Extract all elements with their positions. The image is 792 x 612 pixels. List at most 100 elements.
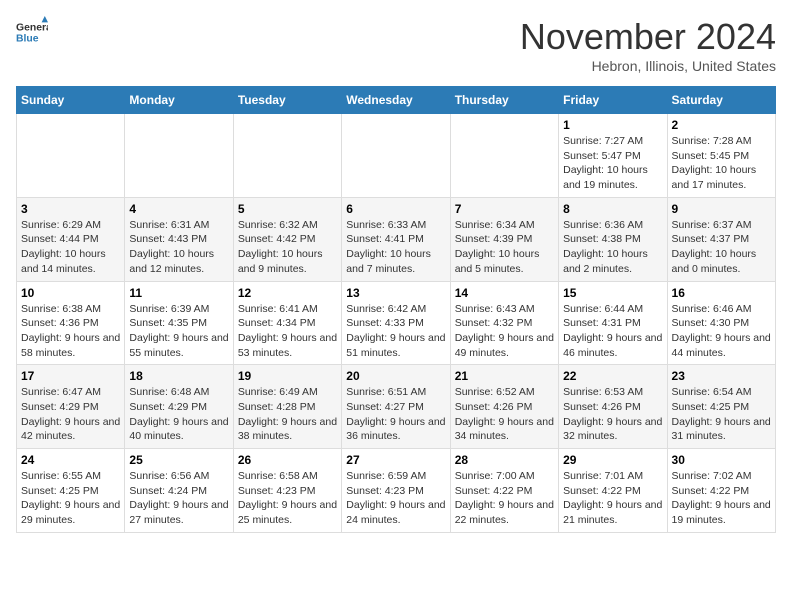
day-info: Sunrise: 6:38 AMSunset: 4:36 PMDaylight:… [21,302,120,361]
week-row-4: 17 Sunrise: 6:47 AMSunset: 4:29 PMDayligh… [17,365,776,449]
calendar-cell: 16 Sunrise: 6:46 AMSunset: 4:30 PMDayligh… [667,281,775,365]
day-number: 28 [455,453,554,467]
calendar-cell: 11Sunrise: 6:39 AMSunset: 4:35 PMDayligh… [125,281,233,365]
calendar-cell: 24 Sunrise: 6:55 AMSunset: 4:25 PMDayligh… [17,449,125,533]
day-info: Sunrise: 6:37 AMSunset: 4:37 PMDaylight:… [672,218,771,277]
day-info: Sunrise: 6:29 AMSunset: 4:44 PMDaylight:… [21,218,120,277]
day-info: Sunrise: 6:31 AMSunset: 4:43 PMDaylight:… [129,218,228,277]
calendar-cell: 4 Sunrise: 6:31 AMSunset: 4:43 PMDaylight… [125,197,233,281]
svg-text:Blue: Blue [16,34,39,45]
calendar-cell: 25 Sunrise: 6:56 AMSunset: 4:24 PMDayligh… [125,449,233,533]
day-number: 9 [672,202,771,216]
calendar-cell: 27 Sunrise: 6:59 AMSunset: 4:23 PMDayligh… [342,449,450,533]
calendar-cell: 26 Sunrise: 6:58 AMSunset: 4:23 PMDayligh… [233,449,341,533]
day-number: 16 [672,286,771,300]
day-number: 3 [21,202,120,216]
logo-icon: General Blue [16,16,48,48]
month-title: November 2024 [520,16,776,58]
calendar-cell: 23Sunrise: 6:54 AMSunset: 4:25 PMDayligh… [667,365,775,449]
col-header-sunday: Sunday [17,87,125,114]
day-info: Sunrise: 6:55 AMSunset: 4:25 PMDaylight:… [21,469,120,528]
calendar-cell: 19 Sunrise: 6:49 AMSunset: 4:28 PMDayligh… [233,365,341,449]
col-header-wednesday: Wednesday [342,87,450,114]
day-info: Sunrise: 6:32 AMSunset: 4:42 PMDaylight:… [238,218,337,277]
day-info: Sunrise: 6:58 AMSunset: 4:23 PMDaylight:… [238,469,337,528]
day-info: Sunrise: 6:42 AMSunset: 4:33 PMDaylight:… [346,302,445,361]
day-info: Sunrise: 6:53 AMSunset: 4:26 PMDaylight:… [563,385,662,444]
calendar-cell: 10Sunrise: 6:38 AMSunset: 4:36 PMDayligh… [17,281,125,365]
day-info: Sunrise: 6:43 AMSunset: 4:32 PMDaylight:… [455,302,554,361]
day-info: Sunrise: 7:27 AMSunset: 5:47 PMDaylight:… [563,134,662,193]
calendar-cell: 21 Sunrise: 6:52 AMSunset: 4:26 PMDayligh… [450,365,558,449]
day-info: Sunrise: 6:49 AMSunset: 4:28 PMDaylight:… [238,385,337,444]
calendar-cell: 15Sunrise: 6:44 AMSunset: 4:31 PMDayligh… [559,281,667,365]
calendar-cell: 30 Sunrise: 7:02 AMSunset: 4:22 PMDayligh… [667,449,775,533]
day-info: Sunrise: 7:00 AMSunset: 4:22 PMDaylight:… [455,469,554,528]
day-number: 1 [563,118,662,132]
calendar-cell [17,114,125,198]
calendar-header-row: SundayMondayTuesdayWednesdayThursdayFrid… [17,87,776,114]
day-info: Sunrise: 6:52 AMSunset: 4:26 PMDaylight:… [455,385,554,444]
day-number: 14 [455,286,554,300]
calendar-cell: 5 Sunrise: 6:32 AMSunset: 4:42 PMDaylight… [233,197,341,281]
week-row-1: 1 Sunrise: 7:27 AMSunset: 5:47 PMDaylight… [17,114,776,198]
day-number: 27 [346,453,445,467]
day-number: 8 [563,202,662,216]
day-number: 24 [21,453,120,467]
day-info: Sunrise: 6:39 AMSunset: 4:35 PMDaylight:… [129,302,228,361]
week-row-2: 3 Sunrise: 6:29 AMSunset: 4:44 PMDaylight… [17,197,776,281]
calendar-cell: 8 Sunrise: 6:36 AMSunset: 4:38 PMDaylight… [559,197,667,281]
calendar-cell: 17 Sunrise: 6:47 AMSunset: 4:29 PMDayligh… [17,365,125,449]
calendar-cell: 28 Sunrise: 7:00 AMSunset: 4:22 PMDayligh… [450,449,558,533]
day-number: 2 [672,118,771,132]
day-info: Sunrise: 6:44 AMSunset: 4:31 PMDaylight:… [563,302,662,361]
day-info: Sunrise: 6:33 AMSunset: 4:41 PMDaylight:… [346,218,445,277]
day-number: 7 [455,202,554,216]
calendar-cell: 12 Sunrise: 6:41 AMSunset: 4:34 PMDayligh… [233,281,341,365]
week-row-3: 10Sunrise: 6:38 AMSunset: 4:36 PMDayligh… [17,281,776,365]
calendar-cell [450,114,558,198]
calendar-cell: 22 Sunrise: 6:53 AMSunset: 4:26 PMDayligh… [559,365,667,449]
day-info: Sunrise: 6:51 AMSunset: 4:27 PMDaylight:… [346,385,445,444]
svg-text:General: General [16,22,48,33]
day-info: Sunrise: 7:02 AMSunset: 4:22 PMDaylight:… [672,469,771,528]
day-number: 17 [21,369,120,383]
day-info: Sunrise: 6:59 AMSunset: 4:23 PMDaylight:… [346,469,445,528]
calendar-cell: 18Sunrise: 6:48 AMSunset: 4:29 PMDayligh… [125,365,233,449]
calendar-table: SundayMondayTuesdayWednesdayThursdayFrid… [16,86,776,533]
logo: General Blue [16,16,48,48]
day-number: 19 [238,369,337,383]
calendar-cell: 7 Sunrise: 6:34 AMSunset: 4:39 PMDaylight… [450,197,558,281]
day-number: 29 [563,453,662,467]
col-header-monday: Monday [125,87,233,114]
day-number: 4 [129,202,228,216]
page-header: General Blue November 2024 Hebron, Illin… [16,16,776,74]
calendar-cell: 1 Sunrise: 7:27 AMSunset: 5:47 PMDaylight… [559,114,667,198]
calendar-cell: 13Sunrise: 6:42 AMSunset: 4:33 PMDayligh… [342,281,450,365]
calendar-cell: 20Sunrise: 6:51 AMSunset: 4:27 PMDayligh… [342,365,450,449]
title-block: November 2024 Hebron, Illinois, United S… [520,16,776,74]
day-info: Sunrise: 6:46 AMSunset: 4:30 PMDaylight:… [672,302,771,361]
day-info: Sunrise: 6:36 AMSunset: 4:38 PMDaylight:… [563,218,662,277]
day-info: Sunrise: 6:47 AMSunset: 4:29 PMDaylight:… [21,385,120,444]
day-number: 23 [672,369,771,383]
day-number: 21 [455,369,554,383]
day-info: Sunrise: 6:41 AMSunset: 4:34 PMDaylight:… [238,302,337,361]
day-number: 22 [563,369,662,383]
calendar-cell: 6Sunrise: 6:33 AMSunset: 4:41 PMDaylight… [342,197,450,281]
day-number: 25 [129,453,228,467]
day-info: Sunrise: 6:34 AMSunset: 4:39 PMDaylight:… [455,218,554,277]
day-info: Sunrise: 6:56 AMSunset: 4:24 PMDaylight:… [129,469,228,528]
col-header-friday: Friday [559,87,667,114]
day-number: 5 [238,202,337,216]
day-info: Sunrise: 7:01 AMSunset: 4:22 PMDaylight:… [563,469,662,528]
day-number: 18 [129,369,228,383]
calendar-cell: 9 Sunrise: 6:37 AMSunset: 4:37 PMDaylight… [667,197,775,281]
col-header-thursday: Thursday [450,87,558,114]
col-header-saturday: Saturday [667,87,775,114]
location: Hebron, Illinois, United States [520,58,776,74]
day-number: 30 [672,453,771,467]
day-number: 12 [238,286,337,300]
calendar-cell: 3 Sunrise: 6:29 AMSunset: 4:44 PMDaylight… [17,197,125,281]
day-number: 26 [238,453,337,467]
